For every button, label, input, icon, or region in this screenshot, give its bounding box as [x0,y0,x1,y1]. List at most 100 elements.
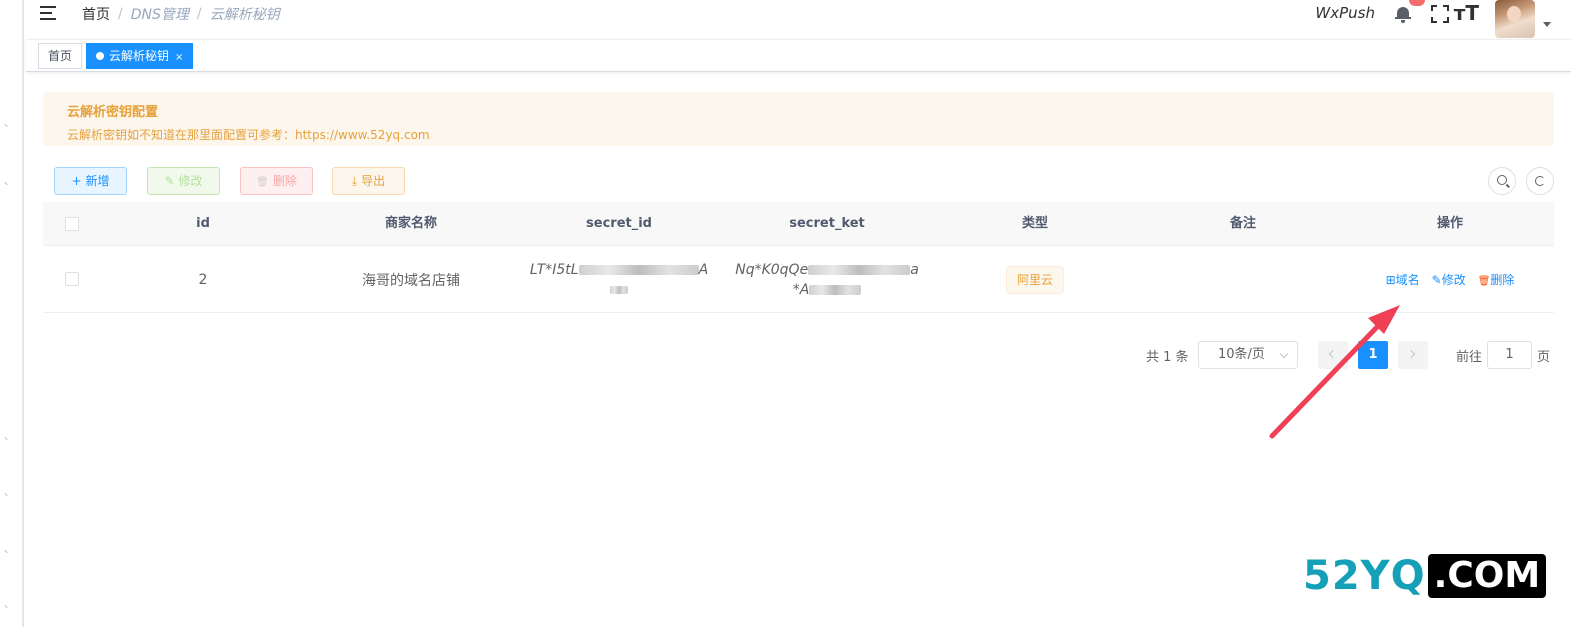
tag-label: 云解析秘钥 [109,49,170,63]
row-edit-button[interactable]: ✎修改 [1432,271,1466,288]
active-dot-icon [96,52,104,60]
page-number-active[interactable]: 1 [1358,341,1388,369]
cell-merchant: 海哥的域名店铺 [362,272,460,289]
add-label: 新增 [85,174,110,188]
secret-ket-prefix: Nq*K0qQe [735,261,809,278]
secret-id-prefix: LT*I5tL [529,261,579,278]
export-label: 导出 [361,174,386,188]
info-alert: 云解析密钥配置 云解析密钥如不知道在那里面配置可参考：https://www.5… [43,92,1554,146]
refresh-button[interactable] [1526,167,1554,195]
breadcrumb-separator: / [196,6,202,22]
secret-id-tail: A [698,261,709,278]
column-header: secret_ket [789,216,865,231]
alert-description: 云解析密钥如不知道在那里面配置可参考：https://www.52yq.com [67,128,430,142]
row-checkbox[interactable] [65,272,79,286]
wxpush-link[interactable]: WxPush [1315,4,1375,22]
redacted-block [808,264,911,275]
fullscreen-icon[interactable] [1431,5,1449,23]
column-header: 类型 [1021,216,1048,231]
watermark-part2: .COM [1427,554,1547,598]
domain-button[interactable]: ⊞域名 [1386,271,1420,288]
edit-button[interactable]: ✎ 修改 [147,167,220,195]
cell-id: 2 [198,271,208,288]
goto-page-input[interactable]: 1 [1487,341,1532,369]
cell-type: 阿里云 [955,246,1115,313]
next-page-button[interactable] [1398,341,1428,369]
page-size-select[interactable]: 10条/页 [1198,341,1298,369]
secret-ket-line2: *A [792,281,810,298]
secret-ket-tail: a [910,261,919,278]
table-header: id 商家名称 secret_id secret_ket 类型 备注 操作 [43,202,1554,246]
column-header: secret_id [586,216,652,231]
plus-icon: + [71,174,82,188]
tags-view: 首页 云解析秘钥 × [26,39,1571,72]
delete-label: 删除 [272,174,297,188]
watermark-logo: 52YQ .COM [1303,553,1547,599]
type-tag: 阿里云 [1005,265,1064,294]
export-button[interactable]: ⤓ 导出 [332,167,405,195]
avatar[interactable] [1495,0,1535,38]
sidebar-chevron [4,549,8,554]
edit-icon: ✎ [1431,273,1442,287]
cell-remark [1163,246,1323,313]
caret-down-icon[interactable] [1543,22,1551,27]
column-header: 操作 [1436,216,1463,231]
edit-label: 修改 [178,174,203,188]
column-header: id [196,216,210,231]
domain-label: 域名 [1395,273,1420,287]
chevron-down-icon [1279,349,1289,359]
page-size-value: 10条/页 [1218,347,1265,362]
trash-icon: 🗑 [1477,276,1491,287]
navbar: 首页 / DNS管理 / 云解析秘钥 WxPush тT [26,0,1571,38]
download-icon: ⤓ [351,174,358,188]
table-row: 2 海哥的域名店铺 LT*I5tL A Nq*K0qQe a *A 阿里云 ⊞域名 … [43,246,1554,313]
refresh-icon [1535,176,1545,186]
goto-suffix: 页 [1537,350,1551,365]
search-icon [1497,175,1507,185]
column-header: 备注 [1229,216,1256,231]
sidebar-edge [0,0,24,627]
sidebar-chevron [4,181,8,186]
breadcrumb-separator: / [118,6,123,22]
breadcrumb-home[interactable]: 首页 [82,4,110,24]
alert-title: 云解析密钥配置 [67,105,159,120]
prev-page-button[interactable] [1318,341,1348,369]
watermark-part1: 52YQ [1303,553,1426,599]
hamburger-icon[interactable] [40,4,60,22]
tag-home[interactable]: 首页 [38,43,83,69]
delete-button[interactable]: 🗑 删除 [240,167,313,195]
redacted-block [610,285,628,294]
bell-icon[interactable] [1395,5,1411,23]
chevron-left-icon [1328,349,1338,359]
redacted-block [578,264,699,275]
tag-label: 首页 [48,49,73,63]
notification-badge [1409,0,1425,6]
sidebar-chevron [4,123,8,128]
sidebar-chevron [4,492,8,497]
redacted-block [809,284,862,295]
breadcrumb: 首页 / DNS管理 / 云解析秘钥 [82,4,280,24]
font-size-icon[interactable]: тT [1454,1,1479,25]
add-button[interactable]: + 新增 [54,167,127,195]
secret-table: id 商家名称 secret_id secret_ket 类型 备注 操作 2 … [43,202,1554,313]
row-edit-label: 修改 [1441,273,1466,287]
cell-actions: ⊞域名 ✎修改 🗑删除 [1370,246,1530,313]
cell-secret-id: LT*I5tL A [519,246,719,313]
row-delete-label: 删除 [1490,273,1515,287]
tag-secret-keys[interactable]: 云解析秘钥 × [86,43,194,69]
edit-icon: ✎ [164,174,175,188]
breadcrumb-dns: DNS管理 [130,7,189,23]
sidebar-chevron [4,436,8,441]
pagination-total: 共 1 条 [1146,350,1189,365]
select-all-checkbox[interactable] [65,217,79,231]
close-icon[interactable]: × [175,52,183,63]
breadcrumb-current: 云解析秘钥 [209,7,280,23]
search-toggle-button[interactable] [1488,167,1516,195]
trash-icon: 🗑 [256,177,269,188]
cell-secret-ket: Nq*K0qQe a *A [727,246,927,313]
grid-icon: ⊞ [1385,273,1396,287]
navbar-right: WxPush тT [1271,0,1571,40]
goto-label: 前往 [1456,350,1483,365]
sidebar-chevron [4,604,8,609]
row-delete-button[interactable]: 🗑删除 [1478,271,1515,288]
